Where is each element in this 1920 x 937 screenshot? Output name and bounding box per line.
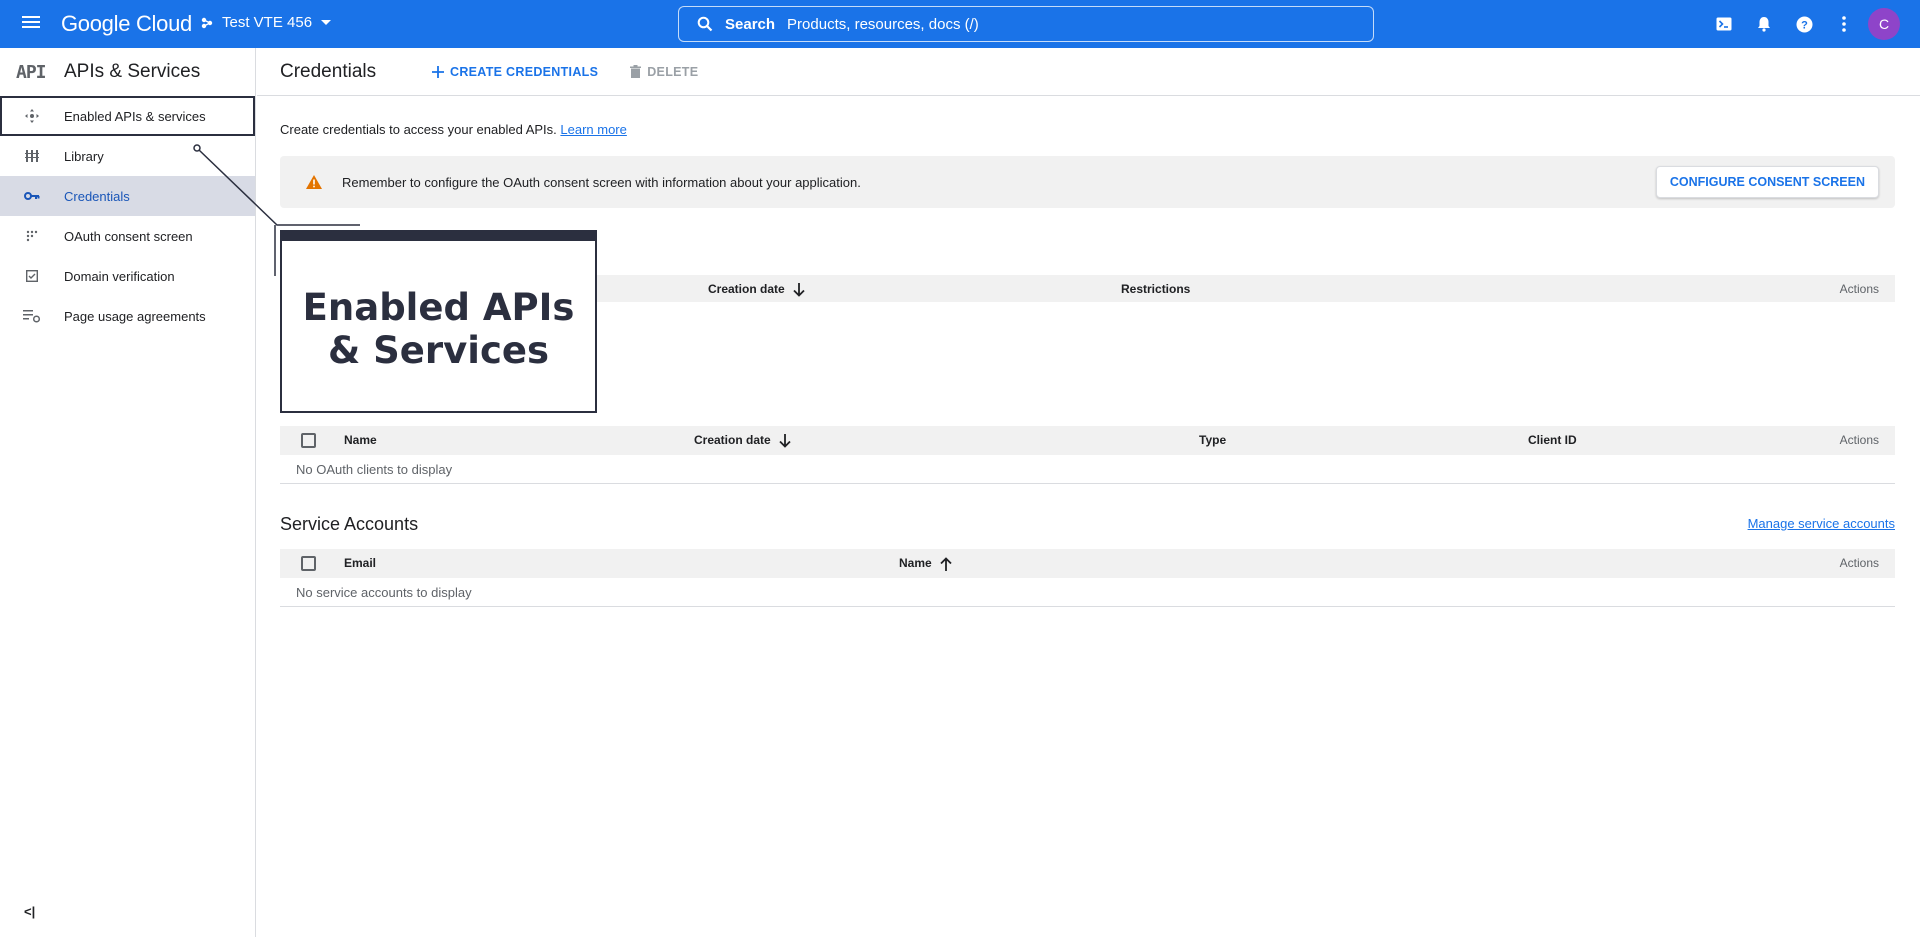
restrictions-header: Restrictions xyxy=(1121,282,1191,296)
callout-text: Enabled APIs & Services xyxy=(302,286,575,372)
sidebar-header: API APIs & Services xyxy=(0,48,255,96)
sidebar-item-label: Page usage agreements xyxy=(64,308,206,324)
sidebar-item-label: Enabled APIs & services xyxy=(64,108,206,124)
page-title: Credentials xyxy=(280,60,377,82)
arrow-up-icon xyxy=(940,557,952,571)
cloud-shell-icon[interactable] xyxy=(1712,12,1736,36)
sidebar-item-label: Domain verification xyxy=(64,268,175,284)
oauth-empty-row: No OAuth clients to display xyxy=(280,455,1895,484)
callout-box: Enabled APIs & Services xyxy=(280,230,597,413)
sidebar-item-enabled-apis[interactable]: Enabled APIs & services xyxy=(0,96,255,136)
sidebar-item-label: Library xyxy=(64,148,104,164)
create-credentials-label: CREATE CREDENTIALS xyxy=(450,64,599,79)
email-header: Email xyxy=(344,556,377,570)
consent-icon xyxy=(0,230,64,242)
checkbox-icon xyxy=(0,270,64,282)
select-all-checkbox[interactable] xyxy=(301,556,316,571)
sidebar-item-page-usage[interactable]: Page usage agreements xyxy=(0,296,255,336)
manage-service-accounts-link[interactable]: Manage service accounts xyxy=(1748,516,1895,531)
arrow-down-icon xyxy=(779,433,791,448)
trash-icon xyxy=(630,65,642,78)
sidebar-item-credentials[interactable]: Credentials xyxy=(0,176,255,216)
main-content: Credentials CREATE CREDENTIALS DELETE Cr… xyxy=(257,48,1920,937)
help-icon[interactable]: ? xyxy=(1792,12,1816,36)
sidebar: API APIs & Services Enabled APIs & servi… xyxy=(0,48,256,937)
chevron-down-icon xyxy=(321,19,332,25)
select-all-checkbox[interactable] xyxy=(301,433,316,448)
name-header-label: Name xyxy=(899,556,932,570)
sidebar-item-label: Credentials xyxy=(64,188,130,204)
oauth-warning-banner: Remember to configure the OAuth consent … xyxy=(280,156,1895,208)
plus-icon xyxy=(432,65,444,78)
notifications-icon[interactable] xyxy=(1752,12,1776,36)
creation-date-header[interactable]: Creation date xyxy=(708,282,805,297)
callout-bar xyxy=(282,232,595,241)
intro-text-body: Create credentials to access your enable… xyxy=(280,122,557,137)
create-credentials-button[interactable]: CREATE CREDENTIALS xyxy=(432,65,598,79)
sidebar-item-label: OAuth consent screen xyxy=(64,228,193,244)
project-name: Test VTE 456 xyxy=(222,14,313,31)
google-cloud-logo[interactable]: Google Cloud xyxy=(61,11,192,37)
api-logo-icon: API xyxy=(16,61,47,83)
delete-button[interactable]: DELETE xyxy=(630,65,698,79)
actions-header: Actions xyxy=(1839,282,1879,296)
actions-header: Actions xyxy=(1839,556,1879,570)
type-header: Type xyxy=(1199,433,1227,447)
hamburger-menu-icon[interactable] xyxy=(20,13,42,35)
actions-header: Actions xyxy=(1839,433,1879,447)
settings-list-icon xyxy=(0,309,64,323)
arrow-down-icon xyxy=(793,282,805,297)
library-icon xyxy=(0,149,64,163)
svg-text:?: ? xyxy=(1801,19,1808,31)
search-label: Search xyxy=(725,15,776,33)
sidebar-item-library[interactable]: Library xyxy=(0,136,255,176)
service-accounts-table-header: Email Name Actions xyxy=(280,549,1895,578)
client-id-header: Client ID xyxy=(1528,433,1577,447)
service-accounts-empty-row: No service accounts to display xyxy=(280,578,1895,607)
name-header: Name xyxy=(344,433,377,447)
sidebar-item-domain-verification[interactable]: Domain verification xyxy=(0,256,255,296)
oauth-table-header: Name Creation date Type Client ID Action… xyxy=(280,426,1895,455)
collapse-sidebar-icon[interactable]: <| xyxy=(24,904,35,919)
project-icon xyxy=(201,17,213,28)
search-icon xyxy=(697,16,713,32)
service-accounts-title: Service Accounts xyxy=(280,514,419,534)
avatar[interactable]: C xyxy=(1868,8,1900,40)
configure-consent-screen-button[interactable]: CONFIGURE CONSENT SCREEN xyxy=(1655,166,1879,198)
creation-date-header-label: Creation date xyxy=(708,282,785,296)
more-options-icon[interactable] xyxy=(1832,12,1856,36)
learn-more-link[interactable]: Learn more xyxy=(560,122,626,137)
banner-message: Remember to configure the OAuth consent … xyxy=(342,174,861,190)
name-header[interactable]: Name xyxy=(899,556,952,571)
page-header: Credentials CREATE CREDENTIALS DELETE xyxy=(257,48,1920,96)
warning-icon xyxy=(306,175,322,189)
top-app-bar: Google Cloud Test VTE 456 Search Product… xyxy=(0,0,1920,48)
apis-icon xyxy=(0,108,64,124)
search-placeholder: Products, resources, docs (/) xyxy=(787,15,979,33)
key-icon xyxy=(0,191,64,201)
delete-label: DELETE xyxy=(647,64,699,79)
sidebar-item-oauth-consent[interactable]: OAuth consent screen xyxy=(0,216,255,256)
search-bar[interactable]: Search Products, resources, docs (/) xyxy=(678,6,1374,42)
sidebar-title: APIs & Services xyxy=(64,61,201,82)
intro-text: Create credentials to access your enable… xyxy=(280,122,627,137)
project-selector[interactable]: Test VTE 456 xyxy=(200,14,332,31)
creation-date-header[interactable]: Creation date xyxy=(694,433,791,448)
creation-date-header-label: Creation date xyxy=(694,433,771,447)
